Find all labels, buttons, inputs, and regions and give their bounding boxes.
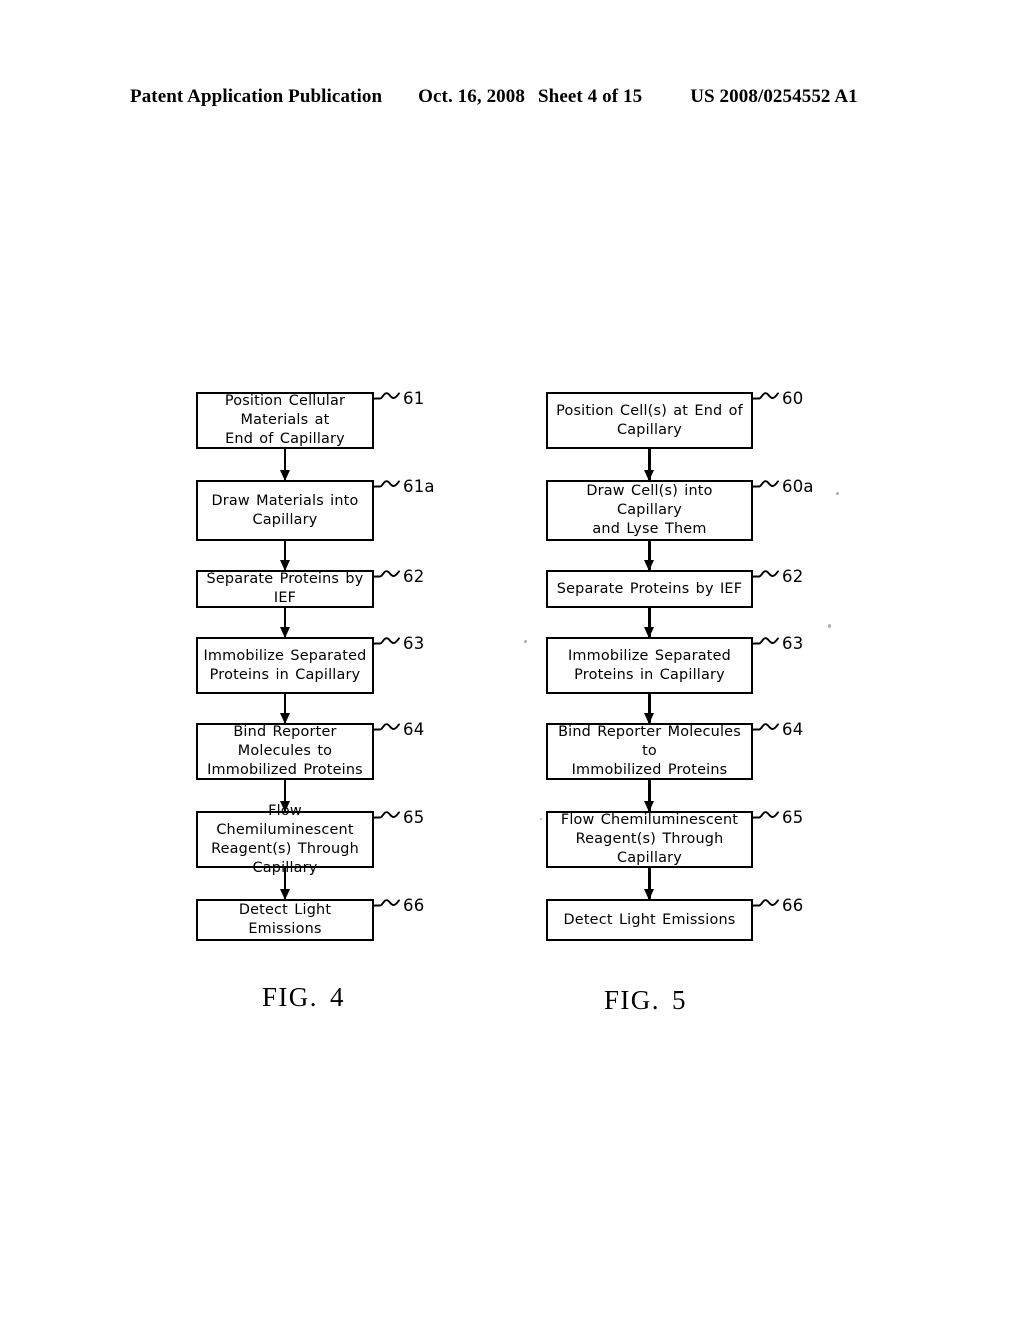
flowchart-connector-arrow [648,780,651,811]
flowchart-node-label: Immobilize Separated Proteins in Capilla… [567,647,731,683]
scan-artifact [524,640,527,643]
figure-sheet: Position Cellular Materials at End of Ca… [0,0,1024,1320]
reference-numeral: 65 [751,805,803,831]
reference-numeral: 60a [751,474,814,500]
flowchart-node: Draw Cell(s) into Capillary and Lyse The… [546,480,753,541]
reference-numeral: 62 [751,564,803,590]
flowchart-connector-arrow [648,449,651,480]
reference-leader-icon [751,811,779,826]
flowchart-node-label: Draw Cell(s) into Capillary and Lyse The… [586,483,713,537]
flowchart-figure-2: Position Cell(s) at End of Capillary 60 Dr… [0,0,1024,1320]
reference-leader-icon [751,637,779,652]
reference-leader-icon [751,899,779,914]
flowchart-node-label: Position Cell(s) at End of Capillary [556,402,743,438]
reference-leader-icon [751,723,779,738]
reference-leader-icon [751,570,779,585]
flowchart-node: Position Cell(s) at End of Capillary [546,392,753,449]
reference-numeral: 64 [751,717,803,743]
reference-leader-icon [751,480,779,495]
scan-artifact [540,818,542,820]
reference-numeral-label: 65 [782,807,804,827]
flowchart-node: Immobilize Separated Proteins in Capilla… [546,637,753,694]
scan-artifact [836,492,839,495]
figure-caption: FIG. 5 [604,985,687,1015]
reference-numeral: 66 [751,893,803,919]
reference-numeral-label: 60 [782,388,804,408]
reference-numeral-label: 60a [782,476,814,496]
reference-numeral-label: 63 [782,633,804,653]
reference-numeral: 63 [751,631,803,657]
flowchart-node-label: Detect Light Emissions [563,911,736,928]
flowchart-connector-arrow [648,541,651,570]
flowchart-node: Separate Proteins by IEF [546,570,753,608]
reference-numeral-label: 62 [782,566,804,586]
flowchart-connector-arrow [648,608,651,637]
flowchart-connector-arrow [648,868,651,899]
reference-numeral-label: 64 [782,719,804,739]
flowchart-node: Detect Light Emissions [546,899,753,941]
flowchart-node: Bind Reporter Molecules to Immobilized P… [546,723,753,780]
reference-leader-icon [751,392,779,407]
flowchart-connector-arrow [648,694,651,723]
flowchart-node-label: Bind Reporter Molecules to Immobilized P… [558,724,741,778]
flowchart-node-label: Separate Proteins by IEF [556,580,743,597]
reference-numeral-label: 66 [782,895,804,915]
scan-artifact [828,624,831,628]
reference-numeral: 60 [751,386,803,412]
flowchart-node: Flow Chemiluminescent Reagent(s) Through… [546,811,753,868]
flowchart-node-label: Flow Chemiluminescent Reagent(s) Through… [560,812,739,866]
